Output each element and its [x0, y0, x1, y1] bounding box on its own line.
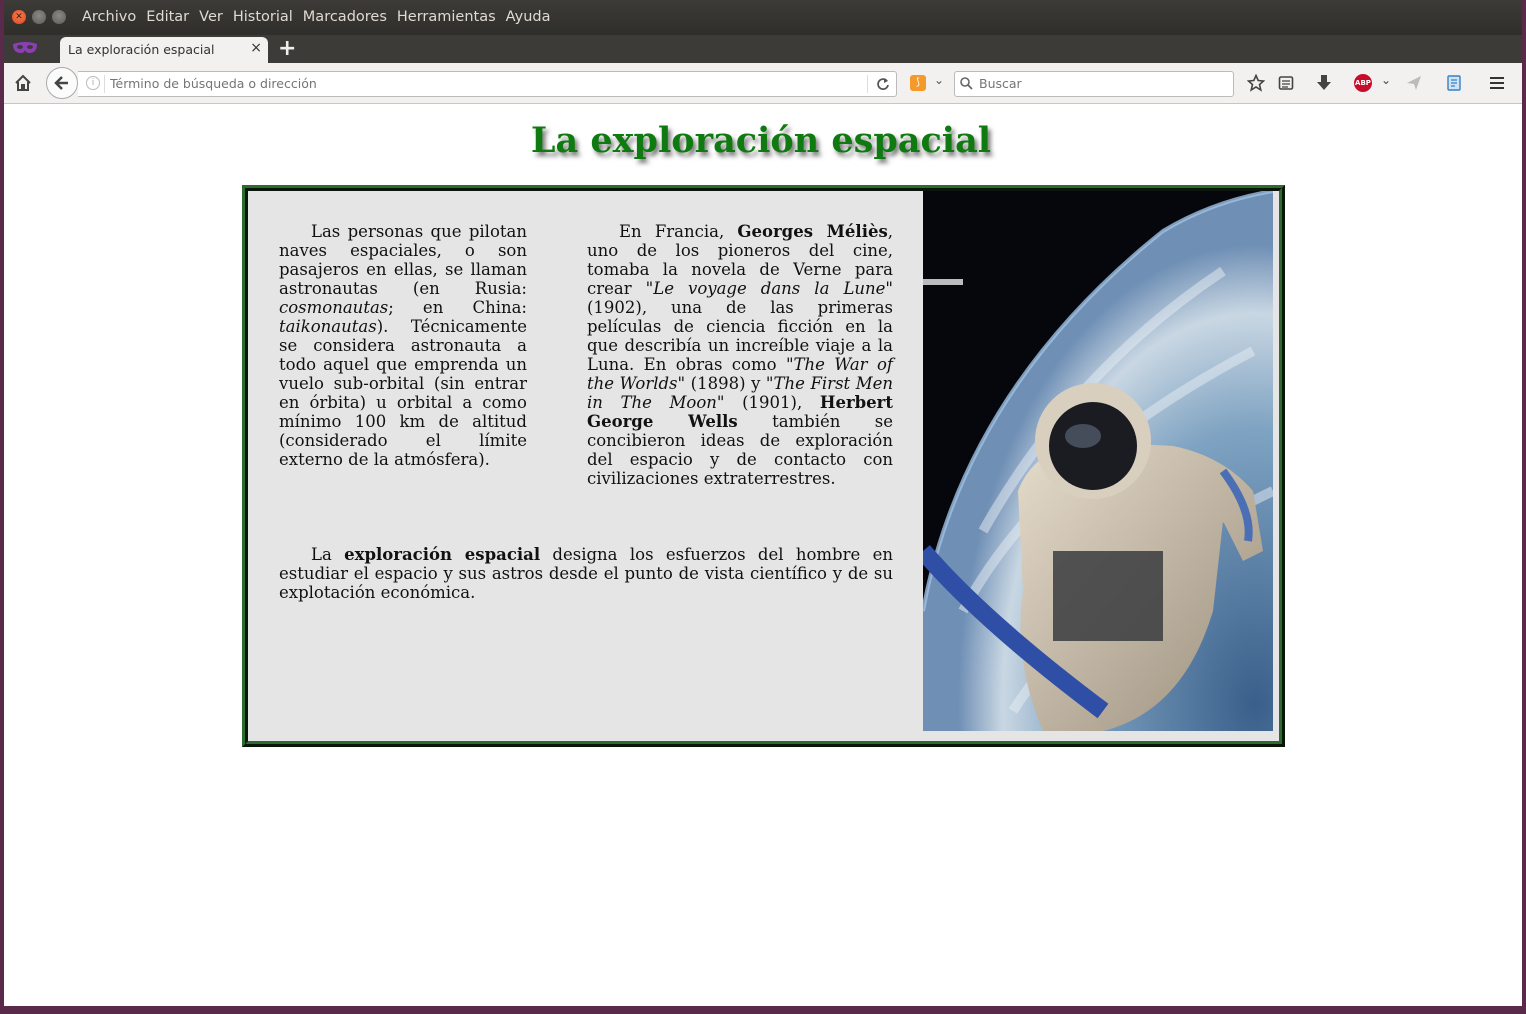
search-bar[interactable] [954, 71, 1234, 97]
content-frame: Las personas que pilotan naves espaciale… [242, 185, 1285, 747]
send-tab-icon[interactable] [1406, 75, 1422, 91]
text-run: Las personas que pilotan naves espaciale… [279, 222, 527, 298]
menu-herramientas[interactable]: Herramientas [397, 9, 496, 25]
new-tab-button[interactable]: + [278, 36, 296, 61]
menu-editar[interactable]: Editar [146, 9, 189, 25]
text-column-astronautas: Las personas que pilotan naves espaciale… [279, 222, 527, 469]
text-run: ). Técnicamente se considera astronauta … [279, 317, 527, 469]
adblock-dropdown-chevron-icon[interactable]: ⌄ [1381, 73, 1391, 87]
page-heading: La exploración espacial [530, 120, 992, 161]
text-run: En Francia, [619, 222, 738, 241]
close-icon: ✕ [15, 12, 23, 22]
window-maximize-button[interactable] [52, 10, 66, 24]
menu-bar: ✕ Archivo Editar Ver Historial Marcadore… [4, 0, 1522, 35]
reload-icon[interactable] [876, 77, 890, 91]
menu-items: Archivo Editar Ver Historial Marcadores … [82, 9, 560, 25]
private-browsing-mask-icon [13, 42, 37, 53]
hamburger-menu-icon[interactable] [1489, 75, 1505, 91]
bookmarks-list-icon[interactable] [1278, 75, 1294, 91]
search-input[interactable] [979, 76, 1219, 91]
tab-active[interactable]: La exploración espacial × [60, 37, 268, 63]
window-minimize-button[interactable] [32, 10, 46, 24]
tab-bar: La exploración espacial × + [4, 35, 1522, 63]
text-column-melies: En Francia, Georges Méliès, uno de los p… [587, 222, 893, 488]
text-run: " (1901), [716, 393, 820, 412]
menu-ayuda[interactable]: Ayuda [506, 9, 551, 25]
menu-archivo[interactable]: Archivo [82, 9, 136, 25]
rss-feed-icon[interactable]: ⟆ [910, 75, 926, 91]
italic-taikonautas: taikonautas [279, 317, 377, 336]
text-run: La [311, 545, 345, 564]
url-separator-2 [867, 75, 868, 93]
rss-dropdown-chevron-icon[interactable]: ⌄ [934, 73, 944, 87]
menu-historial[interactable]: Historial [233, 9, 293, 25]
url-input[interactable] [110, 76, 810, 91]
url-separator [104, 75, 105, 93]
adblock-plus-icon[interactable]: ABP [1354, 74, 1372, 92]
text-run: " (1898) y " [677, 374, 774, 393]
italic-cosmonautas: cosmonautas [279, 298, 389, 317]
reader-notes-icon[interactable] [1446, 74, 1462, 92]
tab-close-icon[interactable]: × [250, 40, 262, 56]
navigation-bar: i ⟆ ⌄ ABP ⌄ [4, 63, 1522, 104]
menu-ver[interactable]: Ver [199, 9, 223, 25]
home-icon[interactable] [14, 74, 32, 92]
text-column-exploracion: La exploración espacial designa los esfu… [279, 545, 893, 602]
url-bar[interactable]: i [78, 71, 897, 97]
bold-exploracion-espacial: exploración espacial [344, 545, 541, 564]
browser-window: ✕ Archivo Editar Ver Historial Marcadore… [4, 0, 1522, 1006]
paragraph-melies: En Francia, Georges Méliès, uno de los p… [587, 222, 893, 488]
back-arrow-icon [54, 76, 68, 90]
back-button[interactable] [46, 67, 78, 99]
downloads-icon[interactable] [1316, 74, 1332, 92]
page-content: La exploración espacial Las personas que… [4, 104, 1518, 1006]
menu-marcadores[interactable]: Marcadores [303, 9, 387, 25]
window-close-button[interactable]: ✕ [12, 10, 26, 24]
italic-le-voyage: Le voyage dans la Lune [653, 279, 886, 298]
bold-georges-melies: Georges Méliès [737, 222, 888, 241]
text-run: ; en China: [388, 298, 527, 317]
paragraph-exploracion: La exploración espacial designa los esfu… [279, 545, 893, 602]
bookmark-star-icon[interactable] [1247, 74, 1265, 92]
astronaut-photo [923, 191, 1273, 731]
site-info-icon[interactable]: i [86, 76, 100, 90]
tab-title: La exploración espacial [68, 42, 215, 57]
search-icon [960, 77, 973, 90]
paragraph-astronautas: Las personas que pilotan naves espaciale… [279, 222, 527, 469]
